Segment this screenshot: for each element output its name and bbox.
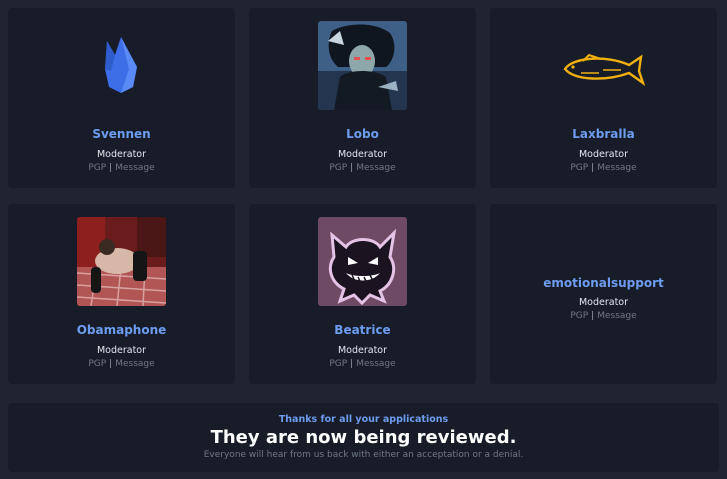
ghost-creature-avatar — [318, 217, 407, 306]
member-role: Moderator — [96, 149, 147, 160]
member-role: Moderator — [337, 149, 388, 160]
message-link[interactable]: Message — [115, 163, 154, 173]
member-role: Moderator — [337, 345, 388, 356]
applications-banner: Thanks for all your applications They ar… — [8, 403, 719, 472]
member-links: PGP | Message — [490, 311, 717, 321]
member-links: PGP | Message — [249, 359, 476, 369]
link-separator: | — [109, 359, 113, 369]
pgp-link[interactable]: PGP — [329, 359, 347, 369]
member-card-obamaphone: Obamaphone Moderator PGP | Message — [8, 204, 235, 384]
member-card-lobo: Lobo Moderator PGP | Message — [249, 8, 476, 188]
firebase-logo-icon — [77, 21, 166, 110]
member-name[interactable]: emotionalsupport — [490, 276, 717, 290]
member-links: PGP | Message — [8, 359, 235, 369]
link-separator: | — [109, 163, 113, 173]
banner-subtext: Everyone will hear from us back with eit… — [203, 450, 524, 460]
link-separator: | — [591, 311, 595, 321]
message-link[interactable]: Message — [115, 359, 154, 369]
photo-avatar — [77, 217, 166, 306]
member-role: Moderator — [578, 297, 629, 308]
message-link[interactable]: Message — [597, 311, 636, 321]
member-name[interactable]: Laxbralla — [490, 127, 717, 141]
member-name[interactable]: Svennen — [8, 127, 235, 141]
member-role: Moderator — [96, 345, 147, 356]
pgp-link[interactable]: PGP — [329, 163, 347, 173]
message-link[interactable]: Message — [356, 359, 395, 369]
link-separator: | — [350, 359, 354, 369]
member-card-laxbralla: Laxbralla Moderator PGP | Message — [490, 8, 717, 188]
member-links: PGP | Message — [490, 163, 717, 173]
member-card-beatrice: Beatrice Moderator PGP | Message — [249, 204, 476, 384]
member-name[interactable]: Lobo — [249, 127, 476, 141]
message-link[interactable]: Message — [356, 163, 395, 173]
banner-headline: They are now being reviewed. — [210, 427, 517, 448]
pgp-link[interactable]: PGP — [570, 163, 588, 173]
message-link[interactable]: Message — [597, 163, 636, 173]
member-card-emotionalsupport: emotionalsupport Moderator PGP | Message — [490, 204, 717, 384]
banner-kicker: Thanks for all your applications — [278, 414, 449, 425]
pgp-link[interactable]: PGP — [88, 163, 106, 173]
member-name[interactable]: Beatrice — [249, 323, 476, 337]
member-role: Moderator — [578, 149, 629, 160]
member-links: PGP | Message — [249, 163, 476, 173]
pgp-link[interactable]: PGP — [88, 359, 106, 369]
pgp-link[interactable]: PGP — [570, 311, 588, 321]
member-name[interactable]: Obamaphone — [8, 323, 235, 337]
member-links: PGP | Message — [8, 163, 235, 173]
link-separator: | — [591, 163, 595, 173]
lobo-character-avatar — [318, 21, 407, 110]
member-card-svennen: Svennen Moderator PGP | Message — [8, 8, 235, 188]
fish-outline-icon — [559, 21, 648, 110]
link-separator: | — [350, 163, 354, 173]
